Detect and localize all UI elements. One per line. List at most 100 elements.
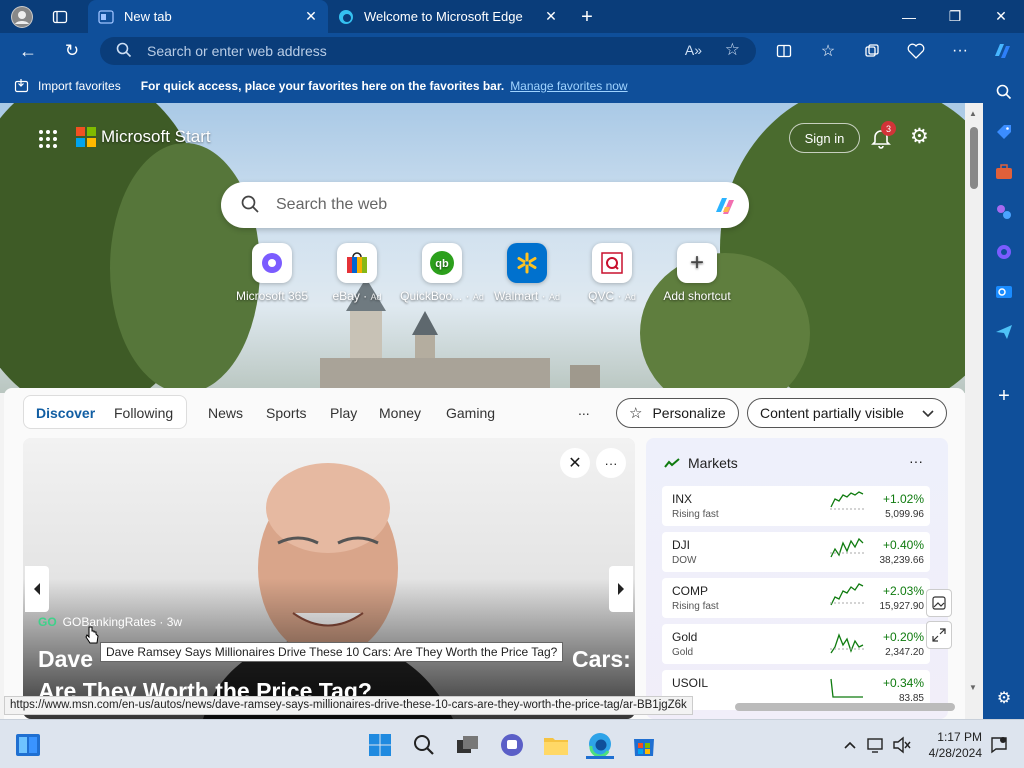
outlook-icon[interactable] (993, 281, 1015, 303)
add-shortcut-button[interactable]: + Add shortcut (652, 243, 742, 303)
market-symbol: INX (672, 492, 693, 506)
clock[interactable]: 1:17 PM 4/28/2024 (922, 729, 982, 761)
personalize-button[interactable]: ☆ Personalize (616, 398, 739, 428)
notification-center-icon[interactable] (985, 731, 1013, 759)
hero-article-card[interactable]: ✕ ··· GO GOBankingRates · 3w Dave Cars: … (23, 438, 635, 719)
tab-actions-icon[interactable] (49, 6, 71, 28)
walmart-icon (507, 243, 547, 283)
carousel-prev-icon[interactable] (25, 566, 49, 612)
scrollbar-thumb[interactable] (970, 127, 978, 189)
market-change: +1.02% (882, 492, 924, 506)
sparkline (830, 678, 863, 698)
restore-icon[interactable]: ❐ (932, 0, 978, 33)
nav-play[interactable]: Play (330, 405, 357, 421)
widgets-icon[interactable] (14, 731, 42, 759)
favorites-hint: For quick access, place your favorites h… (140, 79, 505, 93)
browser-essentials-icon[interactable] (903, 39, 929, 63)
games-icon[interactable] (993, 201, 1015, 223)
split-screen-icon[interactable] (771, 39, 797, 63)
back-icon[interactable]: ← (15, 39, 41, 63)
expand-icon[interactable] (926, 621, 952, 649)
card-more-options-icon[interactable]: ··· (596, 448, 626, 478)
send-icon[interactable] (993, 321, 1015, 343)
content-visibility-dropdown[interactable]: Content partially visible (747, 398, 947, 428)
close-tab-icon[interactable]: ✕ (542, 7, 560, 25)
market-row-gold[interactable]: Gold Gold +0.20% 2,347.20 (662, 624, 930, 664)
vertical-scrollbar[interactable]: ▲ ▼ (965, 103, 983, 719)
quick-link-quickbooks[interactable]: qb QuickBoo... · Ad (397, 243, 487, 303)
web-search-box[interactable]: Search the web (221, 182, 749, 228)
search-icon (116, 42, 134, 60)
import-icon (14, 78, 30, 94)
microsoft-store-icon[interactable] (630, 731, 658, 759)
sparkline (830, 491, 864, 510)
carousel-next-icon[interactable] (609, 566, 633, 612)
start-windows-icon[interactable] (366, 731, 394, 759)
nav-money[interactable]: Money (379, 405, 421, 421)
network-icon[interactable] (862, 731, 890, 759)
minimize-icon[interactable]: — (886, 0, 932, 33)
profile-avatar[interactable] (11, 6, 33, 28)
app-launcher-icon[interactable] (38, 129, 58, 149)
import-favorites-link[interactable]: Import favorites (38, 79, 121, 93)
address-bar[interactable]: Search or enter web address A» ☆ (100, 37, 756, 65)
tools-briefcase-icon[interactable] (993, 161, 1015, 183)
nav-sports[interactable]: Sports (266, 405, 306, 421)
market-row-dji[interactable]: DJI DOW +0.40% 38,239.66 (662, 532, 930, 572)
horizontal-scrollbar[interactable] (735, 703, 955, 711)
market-row-comp[interactable]: COMP Rising fast +2.03% 15,927.90 (662, 578, 930, 618)
volume-muted-icon[interactable] (888, 731, 916, 759)
scroll-up-icon[interactable]: ▲ (969, 109, 977, 118)
favorite-star-icon[interactable]: ☆ (725, 40, 740, 60)
shopping-tag-icon[interactable] (993, 121, 1015, 143)
show-hidden-icons-chevron-icon[interactable] (836, 731, 864, 759)
refresh-icon[interactable]: ↻ (59, 39, 85, 63)
settings-gear-icon[interactable]: ⚙ (910, 126, 929, 147)
nav-gaming[interactable]: Gaming (446, 405, 495, 421)
file-explorer-icon[interactable] (542, 731, 570, 759)
sidebar-search-icon[interactable] (993, 81, 1015, 103)
collections-icon[interactable] (859, 39, 885, 63)
close-card-icon[interactable]: ✕ (560, 448, 590, 478)
headline-line1-start: Dave (38, 646, 93, 672)
add-sidebar-app-icon[interactable]: + (993, 385, 1015, 407)
hand-cursor-icon (85, 626, 99, 644)
manage-favorites-link[interactable]: Manage favorites now (510, 79, 627, 93)
teams-chat-icon[interactable] (498, 731, 526, 759)
microsoft-365-icon (252, 243, 292, 283)
quick-link-microsoft-365[interactable]: Microsoft 365 (227, 243, 317, 303)
nav-news[interactable]: News (208, 405, 243, 421)
more-options-icon[interactable]: ··· (947, 39, 973, 63)
close-tab-icon[interactable]: ✕ (302, 7, 320, 25)
edge-taskbar-icon[interactable] (586, 731, 614, 759)
favorites-icon[interactable]: ☆ (815, 39, 841, 63)
quick-link-walmart[interactable]: Walmart · Ad (482, 243, 572, 303)
quick-link-qvc[interactable]: QVC · Ad (567, 243, 657, 303)
sidebar-settings-icon[interactable]: ⚙ (993, 687, 1015, 709)
tab-new-tab[interactable]: New tab ✕ (88, 0, 328, 33)
new-tab-plus-icon[interactable]: + (576, 6, 598, 28)
sign-in-button[interactable]: Sign in (789, 123, 860, 153)
clock-date: 4/28/2024 (928, 746, 982, 760)
microsoft-365-icon[interactable] (993, 241, 1015, 263)
scroll-down-icon[interactable]: ▼ (969, 683, 977, 692)
tab-discover[interactable]: Discover (36, 405, 95, 421)
edge-sidebar: + ⚙ (983, 69, 1024, 719)
task-view-icon[interactable] (454, 731, 482, 759)
copilot-search-icon[interactable] (711, 192, 739, 220)
tab-label: Welcome to Microsoft Edge (364, 9, 523, 24)
more-nav-button[interactable]: ... (578, 402, 590, 418)
market-sub: Rising fast (672, 509, 719, 520)
tab-welcome[interactable]: Welcome to Microsoft Edge ✕ (328, 0, 568, 33)
close-window-icon[interactable]: ✕ (978, 0, 1024, 33)
copilot-icon[interactable] (989, 39, 1015, 63)
news-feed: Discover Following News Sports Play Mone… (4, 388, 965, 719)
market-row-inx[interactable]: INX Rising fast +1.02% 5,099.96 (662, 486, 930, 526)
markets-widget: Markets ··· INX Rising fast +1.02% 5,099… (646, 438, 948, 719)
markets-more-options-icon[interactable]: ··· (909, 453, 923, 469)
read-aloud-icon[interactable]: A» (685, 42, 702, 58)
background-image-icon[interactable] (926, 589, 952, 617)
taskbar-search-icon[interactable] (410, 731, 438, 759)
quick-link-ebay[interactable]: eBay · Ad (312, 243, 402, 303)
tab-following[interactable]: Following (114, 405, 173, 421)
